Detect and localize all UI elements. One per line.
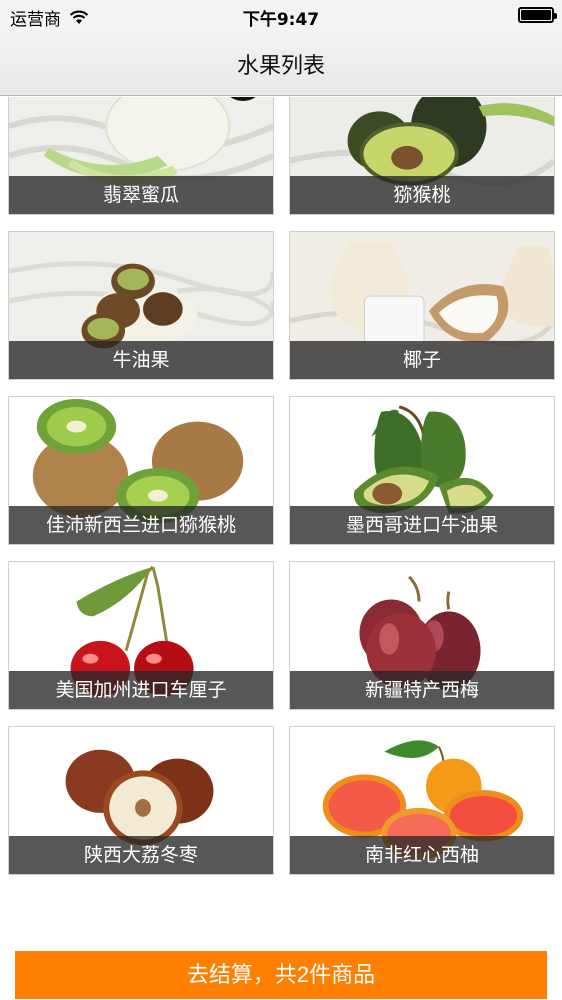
checkout-button[interactable]: 去结算，共2件商品 [15,951,547,999]
status-bar: 运营商 下午9:47 [0,0,562,30]
product-name: 佳沛新西兰进口猕猴桃 [9,506,273,544]
product-name: 牛油果 [9,341,273,379]
product-grid[interactable]: 新品 翡翠蜜瓜 猕猴桃 牛油果 [0,97,562,877]
product-card-grapefruit[interactable]: 南非红心西柚 [289,726,555,875]
product-card-prune[interactable]: 新疆特产西梅 [289,561,555,710]
product-card-avocado[interactable]: 牛油果 [8,231,274,380]
navigation-bar: 水果列表 [0,30,562,96]
product-card-melon[interactable]: 新品 翡翠蜜瓜 [8,97,274,215]
product-card-zespri-kiwi[interactable]: 佳沛新西兰进口猕猴桃 [8,396,274,545]
product-card-mexico-avocado[interactable]: 墨西哥进口牛油果 [289,396,555,545]
product-card-coconut[interactable]: 椰子 [289,231,555,380]
product-card-winter-jujube[interactable]: 陕西大荔冬枣 [8,726,274,875]
product-name: 墨西哥进口牛油果 [290,506,554,544]
product-card-cherry[interactable]: 美国加州进口车厘子 [8,561,274,710]
product-name: 猕猴桃 [290,176,554,214]
product-name: 椰子 [290,341,554,379]
status-right [518,7,557,23]
product-name: 翡翠蜜瓜 [9,176,273,214]
page-title: 水果列表 [236,54,325,79]
status-time: 下午9:47 [242,10,320,30]
product-card-kiwi[interactable]: 猕猴桃 [289,97,555,215]
battery-icon [518,7,557,23]
product-name: 新疆特产西梅 [290,671,554,709]
product-name: 陕西大荔冬枣 [9,836,273,874]
product-name: 美国加州进口车厘子 [9,671,273,709]
product-name: 南非红心西柚 [290,836,554,874]
